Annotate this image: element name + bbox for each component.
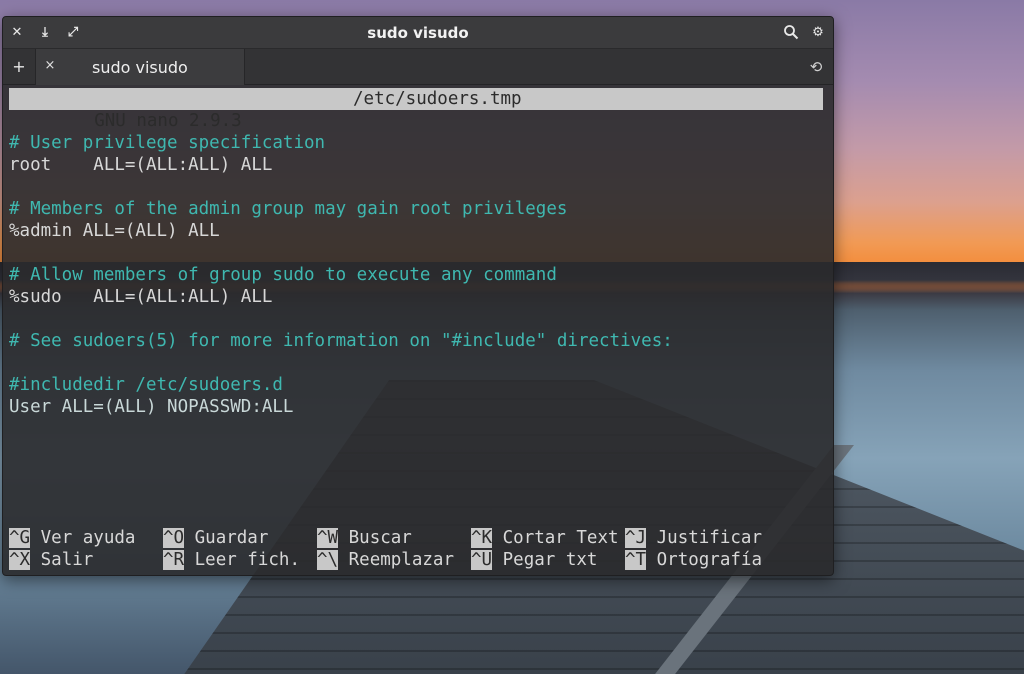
nano-version: GNU nano 2.9.3: [94, 111, 242, 131]
tab-bar: + × sudo visudo ⟲: [3, 49, 833, 85]
nano-header-bar: GNU nano 2.9.3 /etc/sudoers.tmp: [9, 88, 823, 131]
code-line: # Members of the admin group may gain ro…: [9, 199, 568, 219]
code-line: # Allow members of group sudo to execute…: [9, 265, 557, 285]
tab-close-icon[interactable]: ×: [42, 58, 58, 74]
terminal-window: ✕ ⤓ ⤢ sudo visudo ⚙ + × sudo visudo ⟲ GN…: [2, 16, 834, 576]
window-titlebar[interactable]: ✕ ⤓ ⤢ sudo visudo ⚙: [3, 17, 833, 49]
search-icon[interactable]: [782, 24, 800, 42]
tab-sudo-visudo[interactable]: × sudo visudo: [35, 49, 245, 85]
tab-label: sudo visudo: [92, 58, 188, 77]
code-line: # User privilege specification: [9, 133, 326, 153]
shortcut-justify[interactable]: ^J Justificar: [625, 527, 762, 549]
shortcut-paste[interactable]: ^U Pegar txt: [471, 549, 597, 571]
nano-filename: /etc/sudoers.tmp: [353, 89, 522, 109]
new-tab-button[interactable]: +: [9, 57, 29, 77]
code-line: %sudo ALL=(ALL:ALL) ALL: [9, 287, 273, 307]
terminal-content[interactable]: GNU nano 2.9.3 /etc/sudoers.tmp # User p…: [3, 86, 833, 575]
shortcut-search[interactable]: ^W Buscar: [317, 527, 412, 549]
window-title: sudo visudo: [367, 24, 469, 42]
shortcut-replace[interactable]: ^\ Reemplazar: [317, 549, 454, 571]
code-line: User ALL=(ALL) NOPASSWD:ALL: [9, 397, 294, 417]
shortcut-exit[interactable]: ^X Salir: [9, 549, 93, 571]
shortcut-save[interactable]: ^O Guardar: [163, 527, 268, 549]
history-icon[interactable]: ⟲: [807, 58, 825, 76]
shortcut-help[interactable]: ^G Ver ayuda: [9, 527, 135, 549]
shortcut-spelling[interactable]: ^T Ortografía: [625, 549, 762, 571]
code-line: %admin ALL=(ALL) ALL: [9, 221, 220, 241]
gear-icon[interactable]: ⚙: [809, 24, 827, 42]
shortcut-read-file[interactable]: ^R Leer fich.: [163, 549, 300, 571]
code-line: #includedir /etc/sudoers.d: [9, 375, 283, 395]
code-line: # See sudoers(5) for more information on…: [9, 331, 673, 351]
shortcut-cut[interactable]: ^K Cortar Text: [471, 527, 619, 549]
code-line: root ALL=(ALL:ALL) ALL: [9, 155, 273, 175]
